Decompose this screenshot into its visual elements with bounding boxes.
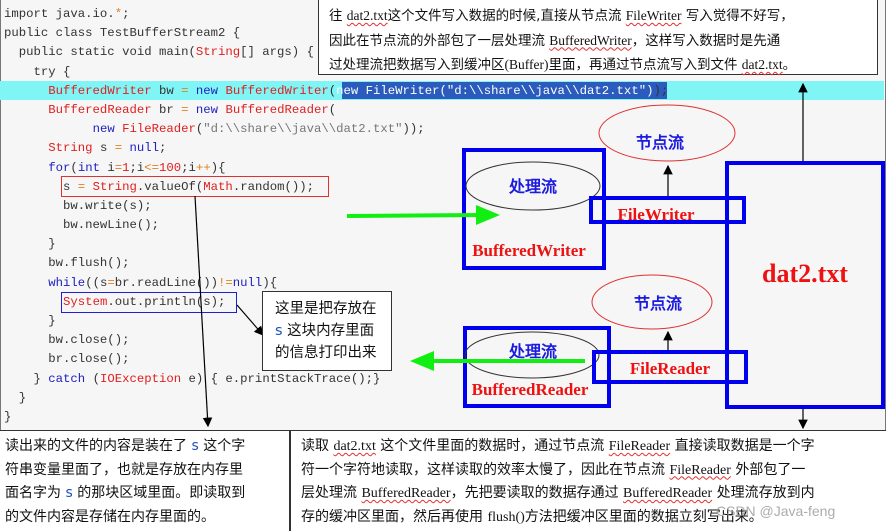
note-line: s 这块内存里面 [275,320,385,342]
note-text: 这块内存里面 [282,323,375,339]
note-text: 写入觉得不好写， [681,8,794,24]
note-text: 里面，再通过节点流写入到文件 [548,57,742,73]
note-line: 这里是把存放在 [275,298,385,320]
note-text: dat2.txt [741,57,783,72]
note-text: dat2.txt [346,8,388,23]
watermark: CSDN @Java-feng [716,503,836,519]
note-text: flush() [487,509,525,525]
note-text: BufferedReader [361,486,451,501]
file-writer-label: FileWriter [617,205,695,224]
note-line: 的信息打印出来 [275,342,385,364]
note-text: s [65,485,73,501]
note-text: 这里是把存放在 [275,301,377,317]
note-line: 过处理流把数据写入到缓冲区(Buffer)里面，再通过节点流写入到文件 dat2… [329,53,871,78]
note-line: 读取 dat2.txt 这个文件里面的数据时，通过节点流 FileReader … [301,435,880,459]
buffered-reader-label: BufferedReader [472,380,589,399]
node-stream-label-writer: 节点流 [636,133,684,152]
diagram-canvas: import java.io.*; public class TestBuffer… [0,0,886,531]
note-text: 符串变量里面了，也就是存放在内存里 [5,461,243,478]
note-text: 读取 [301,438,334,454]
note-text: 层处理流 [301,485,362,501]
note-text: 这个文件写入数据的时候,直接从节点流 [387,8,626,24]
file-label: dat2.txt [762,259,848,288]
note-text: 这个文件里面的数据时，通过节点流 [375,438,609,454]
note-text: FileWriter [625,8,682,23]
process-stream-label-reader: 处理流 [508,342,557,361]
note-text: 的文件内容是存储在内存里面的。 [5,508,215,525]
note-text: 的那块区域里面。即读取到 [72,485,246,501]
note-text: 外部包了一 [730,461,806,478]
read-memory-explanation-note: 读出来的文件的内容是装在了 s 这个字 符串变量里面了，也就是存放在内存里 面名字为… [0,430,290,531]
note-line: 符串变量里面了，也就是存放在内存里 [5,459,285,483]
buffered-writer-label: BufferedWriter [472,241,586,260]
note-text: s [191,438,199,454]
write-explanation-note: 往 dat2.txt这个文件写入数据的时候,直接从节点流 FileWriter … [318,0,878,75]
note-text: 存的缓冲区里面，然后再使用 [301,508,488,525]
note-text: 直接读取数据是一个字 [670,438,815,454]
note-line: 往 dat2.txt这个文件写入数据的时候,直接从节点流 FileWriter … [329,4,871,29]
note-text: 过处理流把数据写入到缓冲区 [329,57,505,73]
file-reader-label: FileReader [630,359,711,378]
note-line: 读出来的文件的内容是装在了 s 这个字 [5,435,285,459]
print-explanation-note: 这里是把存放在 s 这块内存里面 的信息打印出来 [262,291,392,371]
arrow-to-middle-note [236,304,264,336]
note-text: (Buffer) [504,57,549,72]
arrow-to-bottom-left-note [194,195,213,428]
note-text: ，这样写入数据时是先通 [631,32,781,49]
note-text: 读出来的文件的内容是装在了 [5,438,192,454]
write-arrow-shaft [346,213,483,218]
note-text: s [275,323,283,339]
note-line: 层处理流 BufferedReader，先把要读取的数据存通过 Buffered… [301,482,880,506]
write-arrow-head [476,205,500,225]
note-text: 的信息打印出来 [275,345,377,361]
note-text: 往 [329,8,347,24]
note-text: 处理流存放到内 [712,485,815,501]
read-arrow-head [410,351,434,371]
note-line: 符一个字符地读取，这样读取的效率太慢了，因此在节点流 FileReader 外部… [301,459,880,483]
note-text: BufferedWriter [549,32,632,48]
note-line: 因此在节点流的外部包了一层处理流 BufferedWriter，这样写入数据时是… [329,29,871,54]
process-stream-label-writer: 处理流 [508,177,557,196]
note-text: FileReader [669,462,731,478]
node-stream-label-reader: 节点流 [634,294,682,313]
note-line: 面名字为 s 的那块区域里面。即读取到 [5,482,285,506]
note-text: 符一个字符地读取，这样读取的效率太慢了，因此在节点流 [301,461,670,478]
note-text: 因此在节点流的外部包了一层处理流 [329,32,550,49]
note-text: FileReader [608,439,671,454]
note-text: 面名字为 [5,485,66,501]
note-text: BufferedReader [623,486,713,501]
note-text: 。 [782,57,797,73]
note-text: ，先把要读取的数据存通过 [450,485,624,501]
note-text: dat2.txt [333,439,376,454]
note-text: 这个字 [198,438,246,454]
note-line: 的文件内容是存储在内存里面的。 [5,506,285,530]
